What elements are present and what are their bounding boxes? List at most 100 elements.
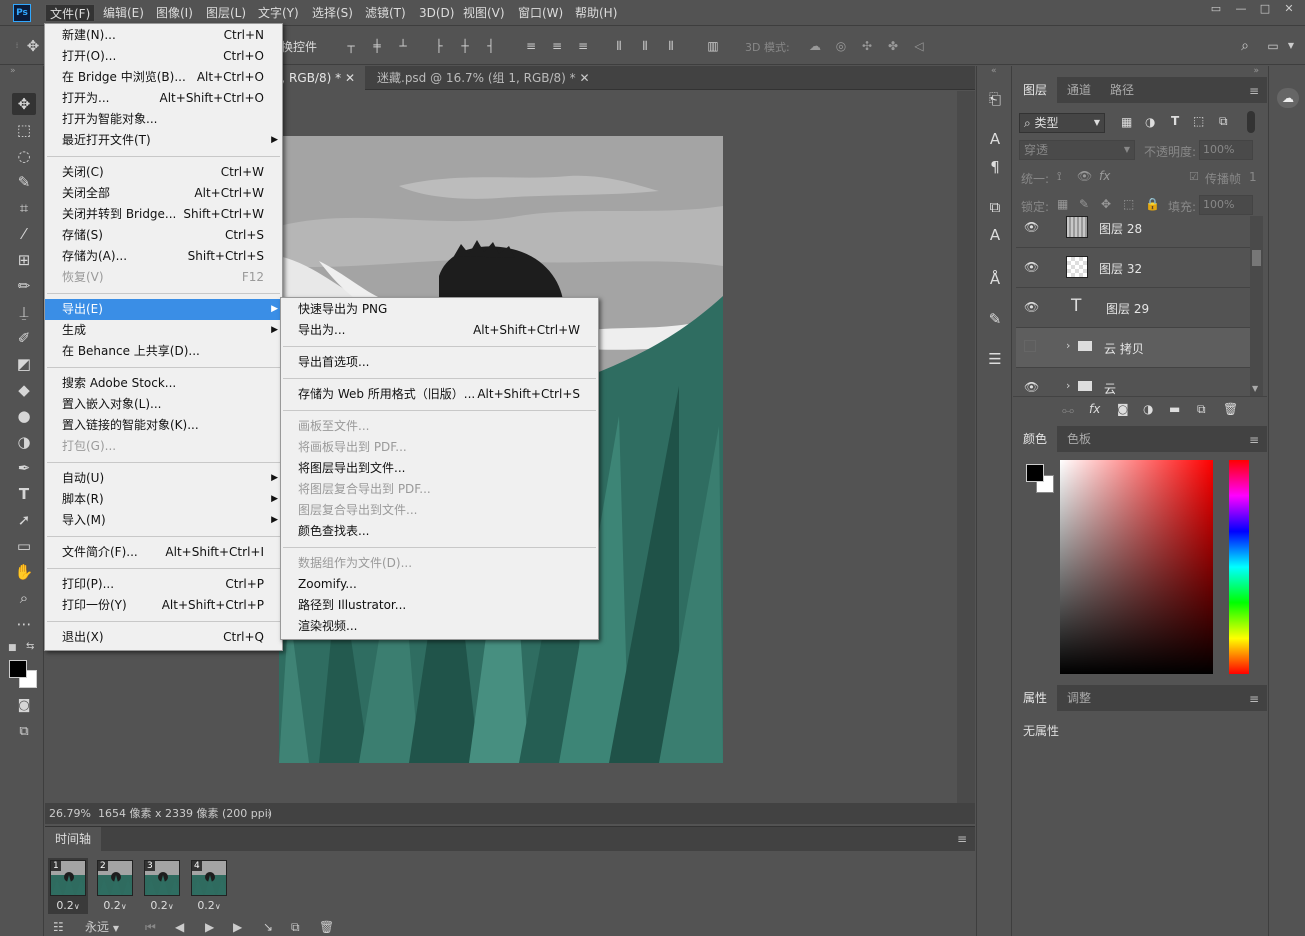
menu-10[interactable]: 帮助(H) — [571, 4, 621, 22]
layer-filter-select[interactable]: ⌕ 类型 ▼ — [1019, 113, 1105, 133]
menu-item[interactable]: 将图层导出到文件... — [281, 458, 598, 479]
distribute-top-icon[interactable]: ≡ — [524, 39, 538, 53]
collapse-column-icon[interactable]: « — [991, 66, 997, 76]
collapse-toolbox-icon[interactable]: » — [10, 66, 16, 76]
type-tool-icon[interactable]: T — [12, 483, 36, 505]
menu-item[interactable]: 最近打开文件(T) ▶ — [45, 130, 282, 151]
workspace-icon[interactable]: ▭ — [1266, 39, 1280, 53]
layer-row[interactable]: 👁 图层 32 — [1016, 248, 1250, 288]
tab-swatches[interactable]: 色板 — [1057, 426, 1101, 452]
filter-adjustment-icon[interactable]: ◑ — [1145, 115, 1155, 129]
eye-icon[interactable]: 👁 — [1024, 260, 1039, 274]
align-hcenter-icon[interactable]: ┼ — [458, 39, 472, 53]
frame-duration[interactable]: 0.2∨ — [95, 899, 135, 912]
menu-item[interactable]: 生成 ▶ — [45, 320, 282, 341]
first-frame-icon[interactable]: ⏮ — [145, 920, 156, 934]
eraser-tool-icon[interactable]: ◩ — [12, 353, 36, 375]
search-icon[interactable]: ⌕ — [1238, 39, 1252, 53]
menu-item[interactable]: 导出为... Alt+Shift+Ctrl+W — [281, 320, 598, 341]
timeline-frame[interactable]: 4 0.2∨ — [189, 858, 229, 914]
menu-item[interactable]: 关闭全部 Alt+Ctrl+W — [45, 183, 282, 204]
frame-duration[interactable]: 0.2∨ — [142, 899, 182, 912]
distribute-left-icon[interactable]: ⦀ — [612, 39, 626, 53]
layers-menu-icon[interactable]: ≡ — [1249, 84, 1259, 98]
menu-item[interactable]: 打开(O)... Ctrl+O — [45, 46, 282, 67]
quick-mask-icon[interactable]: ◙ — [12, 695, 36, 717]
crop-tool-icon[interactable]: ⌗ — [12, 197, 36, 219]
menu-item[interactable]: 导出首选项... — [281, 352, 598, 373]
collapse-panels-icon[interactable]: » — [1253, 66, 1259, 76]
unify-style-icon[interactable]: fx — [1099, 169, 1110, 183]
filter-type-icon[interactable]: T — [1171, 114, 1179, 128]
menu-item[interactable]: 打印一份(Y) Alt+Shift+Ctrl+P — [45, 595, 282, 616]
blend-mode-select[interactable]: 穿透 ▼ — [1019, 140, 1135, 160]
lock-artboard-icon[interactable]: ⬚ — [1123, 197, 1134, 211]
menu-item[interactable]: 存储为(A)... Shift+Ctrl+S — [45, 246, 282, 267]
menu-item[interactable]: 路径到 Illustrator... — [281, 595, 598, 616]
distribute-right-icon[interactable]: ⦀ — [664, 39, 678, 53]
menu-item[interactable]: 图层复合导出到文件... — [281, 500, 598, 521]
loop-select[interactable]: 永远 ▼ — [85, 920, 119, 936]
stamp-tool-icon[interactable]: ⍊ — [12, 301, 36, 323]
minimize-button[interactable]: — — [1230, 2, 1252, 16]
tab-color[interactable]: 颜色 — [1013, 426, 1058, 452]
brush-tool-icon[interactable]: ✏ — [12, 275, 36, 297]
tab-close-icon[interactable]: ✕ — [580, 71, 590, 85]
unify-position-icon[interactable]: ⟟ — [1057, 169, 1061, 184]
lock-position-icon[interactable]: ✥ — [1101, 197, 1111, 211]
propagate-checkbox[interactable]: ☑ — [1189, 170, 1199, 183]
eye-icon[interactable]: 👁 — [1024, 300, 1039, 314]
healing-tool-icon[interactable]: ⊞ — [12, 249, 36, 271]
menu-item[interactable]: 打包(G)... — [45, 436, 282, 457]
tween-icon[interactable]: ↘ — [263, 920, 273, 934]
menu-item[interactable]: 将画板导出到 PDF... — [281, 437, 598, 458]
menu-4[interactable]: 文字(Y) — [254, 4, 303, 22]
filter-pixel-icon[interactable]: ▦ — [1121, 115, 1132, 129]
filter-smart-object-icon[interactable]: ⧉ — [1219, 114, 1228, 129]
menu-2[interactable]: 图像(I) — [152, 4, 197, 22]
adjust-icon[interactable]: ☰ — [985, 349, 1005, 369]
menu-5[interactable]: 选择(S) — [308, 4, 357, 22]
distribute-hcenter-icon[interactable]: ⦀ — [638, 39, 652, 53]
tab-layers[interactable]: 图层 — [1013, 77, 1058, 103]
tab-paths[interactable]: 路径 — [1100, 77, 1144, 103]
menu-item[interactable]: Zoomify... — [281, 574, 598, 595]
frame-duration[interactable]: 0.2∨ — [48, 899, 88, 912]
expand-group-icon[interactable]: › — [1066, 379, 1070, 392]
align-vcenter-icon[interactable]: ╪ — [370, 39, 384, 53]
character-icon[interactable]: A — [985, 129, 1005, 149]
fill-input[interactable]: 100% — [1199, 195, 1253, 215]
menu-item[interactable]: 关闭并转到 Bridge... Shift+Ctrl+W — [45, 204, 282, 225]
menu-item[interactable]: 导入(M) ▶ — [45, 510, 282, 531]
menu-item[interactable]: 脚本(R) ▶ — [45, 489, 282, 510]
menu-item[interactable]: 存储(S) Ctrl+S — [45, 225, 282, 246]
filter-shape-icon[interactable]: ⬚ — [1193, 114, 1204, 128]
tab-close-icon[interactable]: ✕ — [345, 71, 355, 85]
menu-item[interactable]: 打印(P)... Ctrl+P — [45, 574, 282, 595]
menu-item[interactable]: 在 Bridge 中浏览(B)... Alt+Ctrl+O — [45, 67, 282, 88]
visibility-toggle[interactable] — [1024, 340, 1036, 352]
menu-item[interactable]: 恢复(V) F12 — [45, 267, 282, 288]
character-styles-icon[interactable]: A — [985, 225, 1005, 245]
menu-6[interactable]: 滤镜(T) — [361, 4, 410, 22]
align-bottom-icon[interactable]: ┴ — [396, 39, 410, 53]
expand-group-icon[interactable]: › — [1066, 339, 1070, 352]
maximize-button[interactable]: □ — [1254, 2, 1276, 16]
menu-item[interactable]: 搜索 Adobe Stock... — [45, 373, 282, 394]
menu-item[interactable]: 导出(E) ▶ — [45, 299, 282, 320]
timeline-frame[interactable]: 1 0.2∨ — [48, 858, 88, 914]
edit-toolbar-icon[interactable]: ⋯ — [12, 613, 36, 635]
quick-select-tool-icon[interactable]: ✎ — [12, 171, 36, 193]
lasso-tool-icon[interactable]: ◌ — [12, 145, 36, 167]
layers-scrollbar[interactable]: ▼ — [1250, 216, 1263, 396]
distribute-vcenter-icon[interactable]: ≡ — [550, 39, 564, 53]
tab-channels[interactable]: 通道 — [1057, 77, 1101, 103]
status-arrow-icon[interactable]: › — [267, 803, 271, 824]
show-transform-controls-label[interactable]: 换控件 — [281, 38, 317, 55]
marquee-tool-icon[interactable]: ⬚ — [12, 119, 36, 141]
color-menu-icon[interactable]: ≡ — [1249, 433, 1259, 447]
timeline-frame[interactable]: 2 0.2∨ — [95, 858, 135, 914]
foreground-color-swatch[interactable] — [9, 660, 27, 678]
tab-timeline[interactable]: 时间轴 — [45, 827, 102, 851]
history-brush-tool-icon[interactable]: ✐ — [12, 327, 36, 349]
